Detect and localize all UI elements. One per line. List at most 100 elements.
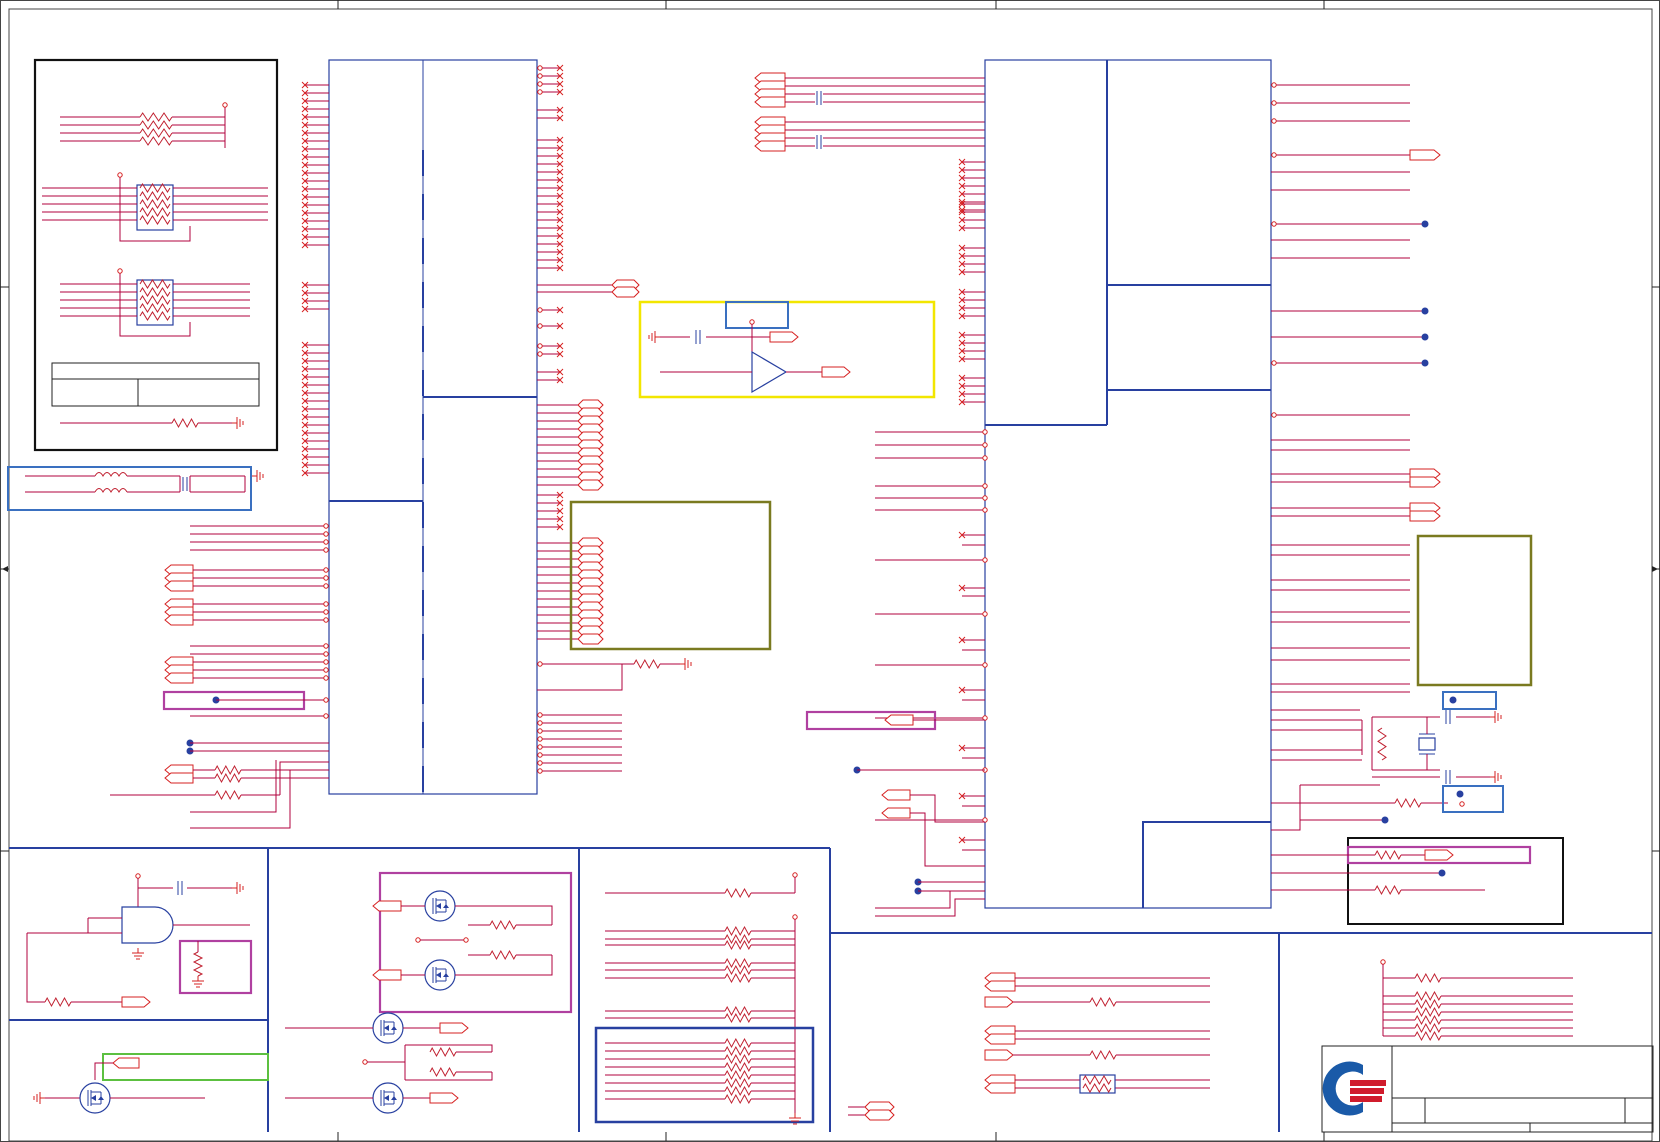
wire: [455, 955, 553, 976]
ground-icon: [33, 1092, 45, 1104]
pin-circle: [537, 343, 543, 349]
resistor-icon: [139, 136, 173, 146]
pin-circle: [982, 507, 988, 513]
net-port-flag-icon[interactable]: [754, 140, 786, 152]
resistor-icon: [724, 1069, 752, 1081]
net-port-flag-icon[interactable]: [164, 614, 194, 626]
resistor-icon: [214, 764, 242, 776]
wire: [190, 769, 329, 829]
resistor-array-icon: [136, 279, 174, 326]
net-port-flag-icon[interactable]: [754, 96, 786, 108]
net-port-flag-icon[interactable]: [164, 580, 194, 592]
net-port-flag-icon[interactable]: [769, 331, 799, 343]
resistor-icon: [724, 1061, 752, 1073]
wire: [537, 664, 623, 691]
wire: [875, 891, 951, 909]
capacitor-icon: [816, 91, 822, 105]
net-port-flag-icon[interactable]: [984, 1082, 1016, 1094]
filter-border: [7, 466, 252, 511]
pin-circle: [362, 1059, 368, 1065]
resistor-icon: [724, 887, 752, 899]
net-port-flag-icon[interactable]: [439, 1022, 469, 1034]
pin-circle: [1271, 100, 1277, 106]
zone-arrow-icon: [1652, 566, 1658, 572]
wire: [26, 933, 45, 1003]
pin-circle: [1271, 412, 1277, 418]
net-port-flag-icon[interactable]: [164, 772, 194, 784]
net-port-flag-icon[interactable]: [984, 1033, 1016, 1045]
diff-pair-ports: [754, 72, 985, 152]
net-port-flag-icon[interactable]: [884, 714, 914, 726]
ic-u2-block: [805, 59, 1448, 917]
pin-circle: [135, 873, 141, 879]
pin-circle: [537, 736, 543, 742]
resistor-icon: [139, 128, 173, 138]
title-block: [1321, 1045, 1654, 1133]
bottom-center-ports: [848, 972, 1210, 1121]
crystal-circuit: [1271, 691, 1504, 831]
logo-stripe: [1350, 1080, 1386, 1086]
zone-arrow-icon: [2, 566, 8, 572]
inductor-icon: [94, 472, 128, 478]
mosfet-icon: [424, 959, 456, 991]
pin-circle: [323, 617, 329, 623]
junction-dot: [1421, 333, 1429, 341]
capacitor-icon: [1445, 770, 1451, 784]
junction-dot: [1421, 220, 1429, 228]
resistor-icon: [724, 1053, 752, 1065]
net-port-flag-icon[interactable]: [164, 672, 194, 684]
capacitor-icon: [816, 135, 822, 149]
resistor-icon: [1414, 998, 1442, 1010]
config-table: [51, 362, 260, 407]
net-port-flag-icon[interactable]: [984, 980, 1016, 992]
magenta-net-box: [378, 871, 573, 1014]
resistor-icon: [1414, 1022, 1442, 1034]
resistor-icon: [1414, 1006, 1442, 1018]
net-port-flag-icon[interactable]: [577, 633, 604, 645]
pin-circle: [323, 575, 329, 581]
net-port-flag-icon[interactable]: [984, 1049, 1014, 1061]
resistor-network-panel: [33, 58, 279, 452]
pin-circle: [982, 429, 988, 435]
net-port-flag-icon[interactable]: [864, 1109, 895, 1121]
magenta-net-box: [178, 939, 253, 995]
pin-circle: [537, 661, 543, 667]
junction-dot: [1381, 816, 1389, 824]
resistor-icon: [724, 1005, 752, 1017]
net-port-flag-icon[interactable]: [881, 789, 911, 801]
pin-circle: [537, 351, 543, 357]
ground-icon: [192, 976, 204, 988]
pin-circle: [323, 583, 329, 589]
ground-icon: [232, 882, 244, 894]
wire: [1271, 785, 1301, 831]
net-port-flag-icon[interactable]: [1409, 476, 1441, 488]
pin-circle: [222, 102, 228, 108]
net-port-flag-icon[interactable]: [611, 286, 640, 298]
net-port-flag-icon[interactable]: [372, 969, 402, 981]
net-port-flag-icon[interactable]: [112, 1057, 140, 1069]
pin-circle: [982, 483, 988, 489]
pin-circle: [323, 531, 329, 537]
net-port-flag-icon[interactable]: [429, 1092, 459, 1104]
net-port-flag-icon[interactable]: [881, 807, 911, 819]
net-port-flag-icon[interactable]: [1409, 510, 1441, 522]
net-port-flag-icon[interactable]: [121, 996, 151, 1008]
capacitor-icon: [1445, 710, 1451, 724]
net-port-flag-icon[interactable]: [372, 900, 402, 912]
net-port-flag-icon[interactable]: [984, 996, 1014, 1008]
pin-circle: [537, 760, 543, 766]
pin-circle: [537, 89, 543, 95]
net-port-flag-icon[interactable]: [1424, 849, 1454, 861]
resistor-icon: [489, 949, 517, 961]
panel-border: [33, 58, 279, 452]
pin-circle: [323, 667, 329, 673]
net-port-flag-icon[interactable]: [577, 479, 604, 491]
mosfet-icon: [372, 1012, 404, 1044]
pin-circle: [537, 712, 543, 718]
net-port-flag-icon[interactable]: [821, 366, 851, 378]
pin-circle: [982, 662, 988, 668]
mosfet-level-shift: [33, 1053, 269, 1114]
net-port-flag-icon[interactable]: [1409, 149, 1441, 161]
resistor-icon: [192, 951, 204, 977]
ground-icon: [648, 331, 660, 343]
